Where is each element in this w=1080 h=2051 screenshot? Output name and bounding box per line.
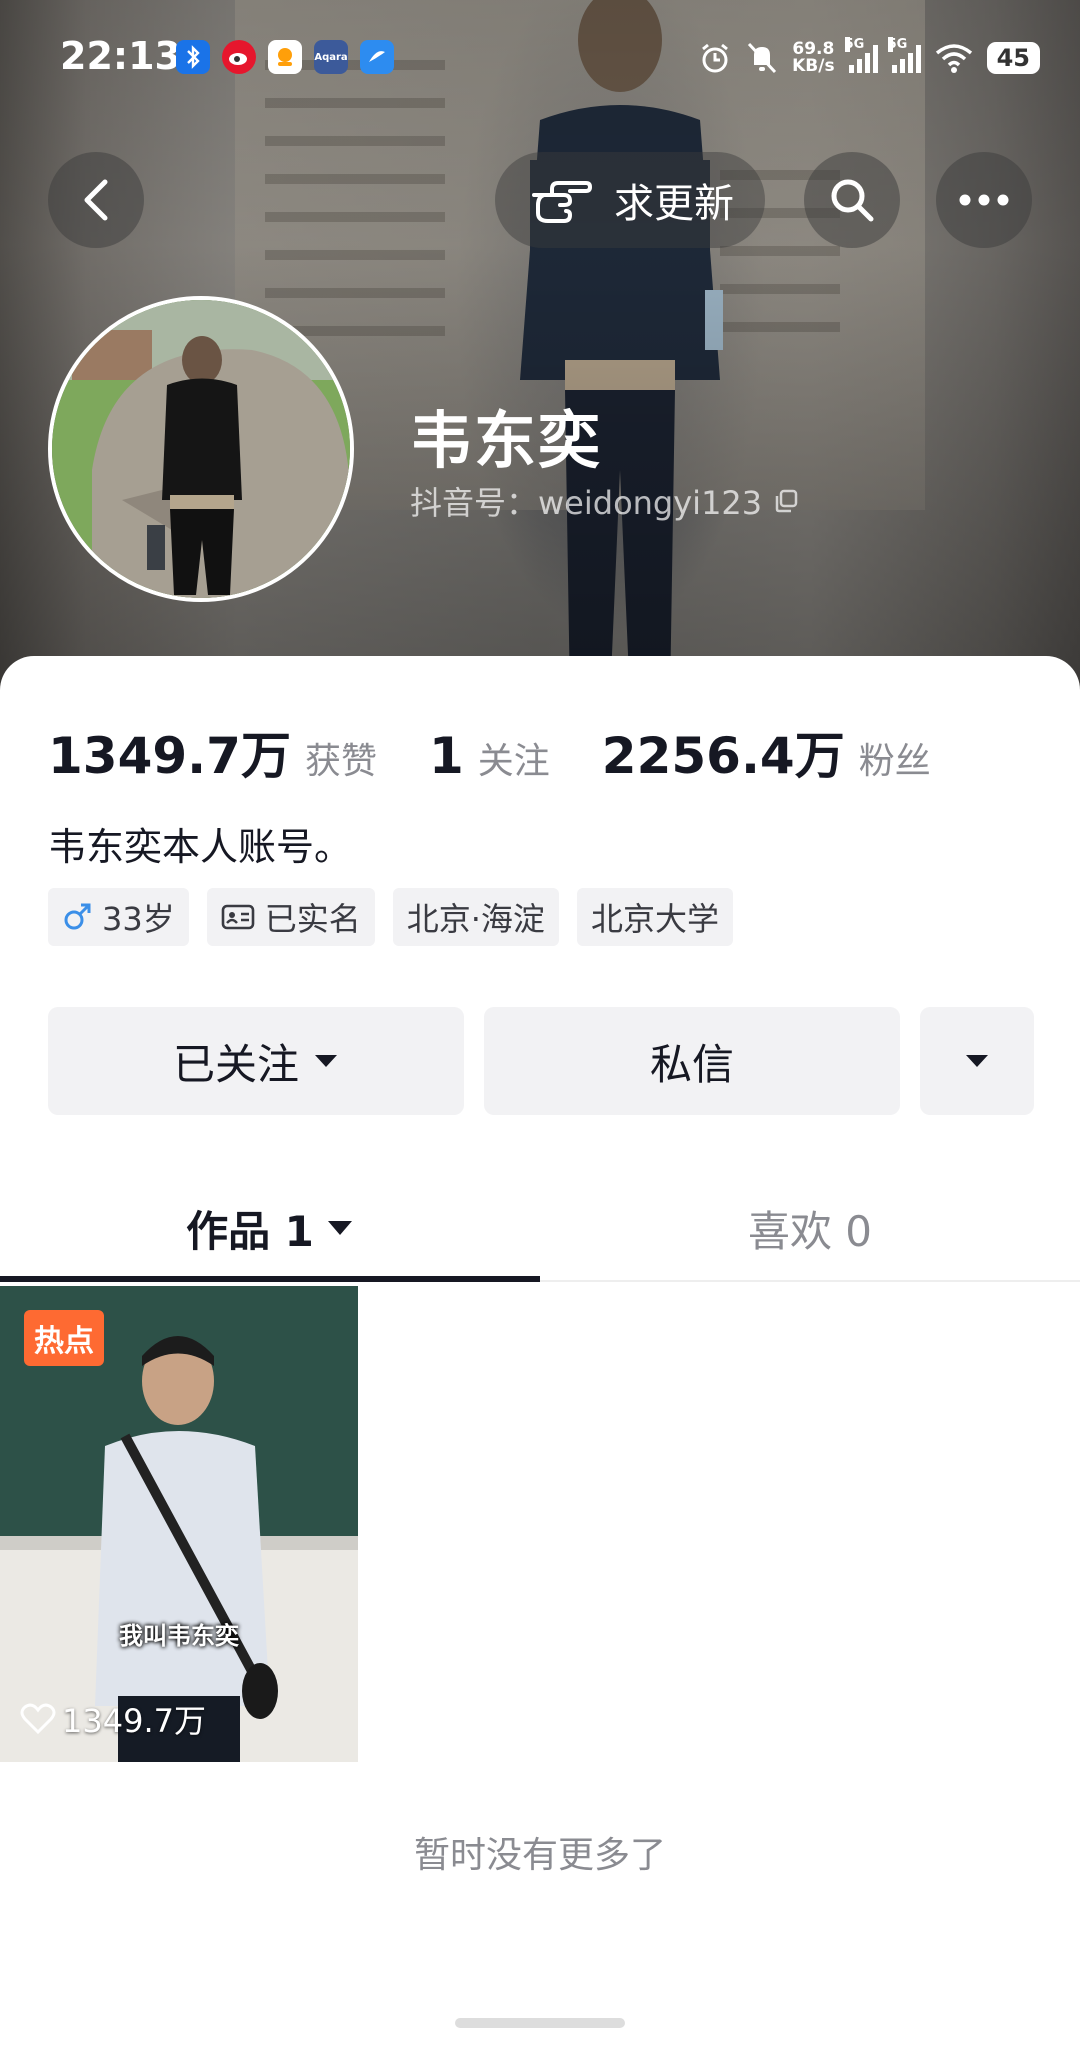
followed-label: 已关注 <box>172 1039 299 1089</box>
app-icon <box>268 40 302 74</box>
tag-location: 北京·海淀 <box>392 888 559 946</box>
profile-card: 1349.7万 获赞 1 关注 2256.4万 粉丝 韦东奕本人账号。 33岁 … <box>0 656 1080 2051</box>
status-time: 22:13 <box>60 34 181 78</box>
profile-actions: 已关注 私信 <box>48 1007 1034 1115</box>
wifi-icon <box>935 44 972 73</box>
following-count[interactable]: 1 <box>429 727 464 785</box>
pointing-hand-icon <box>532 181 592 223</box>
caret-down-icon <box>966 1055 988 1067</box>
tag-age: 33岁 <box>48 888 189 946</box>
video-thumbnail[interactable]: 热点 我叫韦东奕 1349.7万 <box>0 1286 358 1762</box>
chevron-left-icon <box>84 179 108 221</box>
search-button[interactable] <box>804 152 900 248</box>
profile-uid[interactable]: 抖音号：weidongyi123 <box>410 478 800 524</box>
request-update-button[interactable]: 求更新 <box>495 152 765 248</box>
profile-tags: 33岁 已实名 北京·海淀 北京大学 <box>48 888 733 946</box>
avatar-photo <box>52 300 350 598</box>
mute-bell-icon <box>748 42 777 74</box>
id-card-icon <box>221 904 255 930</box>
tag-age-label: 33岁 <box>102 900 175 938</box>
tab-likes-label: 喜欢 0 <box>747 1206 873 1256</box>
male-icon <box>64 903 91 930</box>
tab-works[interactable]: 作品 1 <box>0 1176 540 1280</box>
fans-count[interactable]: 2256.4万 <box>602 716 845 788</box>
tab-works-label: 作品 1 <box>186 1206 314 1256</box>
tag-school-label: 北京大学 <box>590 900 719 938</box>
more-options-button[interactable] <box>920 1007 1034 1115</box>
more-button[interactable] <box>936 152 1032 248</box>
profile-name: 韦东奕 <box>410 404 603 477</box>
tab-likes[interactable]: 喜欢 0 <box>540 1176 1080 1280</box>
tag-school: 北京大学 <box>576 888 733 946</box>
caret-down-icon <box>315 1055 337 1067</box>
status-right: 69.8 KB/s 5G 5G 45 <box>698 36 1040 80</box>
request-update-label: 求更新 <box>614 181 734 227</box>
likes-count[interactable]: 1349.7万 <box>48 716 291 788</box>
tag-location-label: 北京·海淀 <box>406 900 545 938</box>
following-label: 关注 <box>477 741 550 782</box>
bluetooth-icon <box>176 40 210 74</box>
profile-stats: 1349.7万 获赞 1 关注 2256.4万 粉丝 <box>48 716 931 788</box>
profile-tabs: 作品 1 喜欢 0 <box>0 1176 1080 1282</box>
weibo-icon <box>222 40 256 74</box>
signal-icon: 5G <box>887 37 921 73</box>
more-dots-icon <box>959 194 1009 206</box>
status-bar: 22:13 Aqara 69.8 KB/s 5G 5G 45 <box>0 0 1080 120</box>
profile-uid-text: 抖音号：weidongyi123 <box>410 484 763 522</box>
hot-badge: 热点 <box>24 1310 104 1366</box>
search-icon <box>831 179 874 222</box>
no-more-text: 暂时没有更多了 <box>413 1835 666 1876</box>
video-likes-count: 1349.7万 <box>62 1702 206 1740</box>
likes-label: 获赞 <box>304 741 377 782</box>
signal-icon: 5G <box>844 37 878 73</box>
signal-label: 5G <box>844 37 865 52</box>
avatar[interactable] <box>48 296 354 602</box>
caret-down-icon <box>327 1221 352 1235</box>
signal-label: 5G <box>887 37 908 52</box>
back-button[interactable] <box>48 152 144 248</box>
tab-indicator <box>0 1276 540 1282</box>
aqara-label: Aqara <box>314 51 348 63</box>
profile-bio: 韦东奕本人账号。 <box>48 825 353 869</box>
network-speed-unit: KB/s <box>792 56 835 76</box>
copy-icon[interactable] <box>772 487 800 515</box>
video-likes: 1349.7万 <box>20 1696 206 1742</box>
tag-verified-label: 已实名 <box>264 900 361 938</box>
app-icon <box>360 40 394 74</box>
aqara-icon: Aqara <box>314 40 348 74</box>
tag-verified: 已实名 <box>206 888 375 946</box>
message-button[interactable]: 私信 <box>484 1007 900 1115</box>
video-caption: 我叫韦东奕 <box>119 1622 239 1650</box>
home-indicator[interactable] <box>455 2018 625 2028</box>
network-speed: 69.8 KB/s <box>792 41 834 75</box>
fans-label: 粉丝 <box>858 741 931 782</box>
battery-indicator: 45 <box>986 42 1040 74</box>
heart-icon <box>20 1703 56 1735</box>
alarm-icon <box>702 43 729 73</box>
followed-button[interactable]: 已关注 <box>48 1007 464 1115</box>
message-label: 私信 <box>649 1039 734 1089</box>
